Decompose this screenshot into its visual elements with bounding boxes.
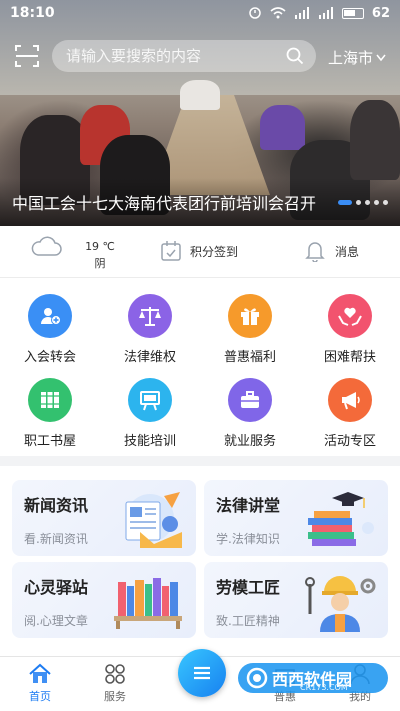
card-model-workers[interactable]: 劳模工匠 致.工匠精神 — [204, 562, 388, 638]
grid-item-label: 普惠福利 — [223, 350, 276, 365]
carousel-dots — [338, 200, 388, 205]
nav-services[interactable]: 服务 — [85, 663, 145, 704]
chevron-down-icon — [376, 54, 386, 61]
service-grid: 入会转会 法律维权 普惠福利 困难帮扶 职工书屋 技能培训 就业服务 活动专区 — [0, 284, 400, 452]
watermark-logo-icon — [246, 667, 268, 689]
easel-icon — [128, 378, 172, 422]
info-bar: 19 ℃ 阴 积分签到 消息 — [0, 226, 400, 278]
search-icon[interactable] — [286, 47, 304, 65]
carousel-dot[interactable] — [374, 200, 379, 205]
city-label: 上海市 — [328, 49, 374, 67]
grid-item-library[interactable]: 职工书屋 — [0, 368, 100, 452]
banner-carousel[interactable]: 18:10 62 上海市 中国工会十七大海南代表团行前培训会召开 — [0, 0, 400, 226]
scan-icon[interactable] — [14, 43, 40, 69]
home-icon — [29, 663, 51, 683]
books-icon — [28, 378, 72, 422]
site-watermark: 西西软件园 CR173.COM — [238, 663, 388, 693]
grid-item-activities[interactable]: 活动专区 — [300, 368, 400, 452]
grid-clover-icon — [105, 664, 125, 684]
calendar-check-icon — [161, 241, 181, 261]
message-button[interactable]: 消息 — [305, 240, 359, 262]
card-law-lecture[interactable]: 法律讲堂 学.法律知识 — [204, 480, 388, 556]
megaphone-icon — [328, 378, 372, 422]
grid-item-employment[interactable]: 就业服务 — [200, 368, 300, 452]
grid-item-label: 技能培训 — [123, 434, 176, 449]
grid-item-skills-training[interactable]: 技能培训 — [100, 368, 200, 452]
nav-home[interactable]: 首页 — [10, 663, 70, 704]
nav-label: 服务 — [104, 690, 126, 703]
briefcase-icon — [228, 378, 272, 422]
weather-widget[interactable]: 19 ℃ 阴 — [30, 235, 115, 270]
banner-photo-figure — [350, 100, 400, 180]
heart-hands-icon — [328, 294, 372, 338]
message-label: 消息 — [335, 244, 360, 259]
battery-icon — [341, 7, 364, 19]
grid-item-membership[interactable]: 入会转会 — [0, 284, 100, 368]
menu-icon — [194, 666, 210, 680]
nav-label: 首页 — [29, 690, 51, 703]
newspaper-art — [125, 492, 182, 548]
center-action-button[interactable] — [178, 649, 226, 697]
watermark-site: CR173.COM — [300, 683, 348, 692]
cloud-icon — [31, 236, 62, 256]
grid-item-label: 就业服务 — [223, 434, 276, 449]
gift-icon — [228, 294, 272, 338]
search-bar[interactable] — [52, 40, 316, 72]
carousel-dot[interactable] — [365, 200, 370, 205]
signal-icon — [294, 7, 309, 19]
bookshelf-art — [114, 578, 182, 629]
grid-item-label: 困难帮扶 — [323, 350, 376, 365]
signal-icon — [318, 7, 333, 19]
checkin-button[interactable]: 积分签到 — [160, 240, 238, 262]
weather-temperature: 19 ℃ — [85, 240, 115, 253]
grid-item-hardship-aid[interactable]: 困难帮扶 — [300, 284, 400, 368]
battery-level: 62 — [371, 5, 390, 21]
grid-item-label: 职工书屋 — [23, 434, 76, 449]
wifi-icon — [270, 7, 286, 19]
grid-item-benefits[interactable]: 普惠福利 — [200, 284, 300, 368]
grid-item-label: 法律维权 — [123, 350, 176, 365]
carousel-dot[interactable] — [356, 200, 361, 205]
card-news[interactable]: 新闻资讯 看.新闻资讯 — [12, 480, 196, 556]
carousel-dot[interactable] — [338, 200, 352, 205]
alarm-icon — [249, 7, 261, 19]
carousel-dot[interactable] — [383, 200, 388, 205]
grid-item-legal-rights[interactable]: 法律维权 — [100, 284, 200, 368]
grid-item-label: 入会转会 — [23, 350, 76, 365]
worker-art — [305, 576, 376, 632]
checkin-label: 积分签到 — [190, 244, 239, 259]
weather-text: 19 ℃ 阴 — [80, 238, 120, 272]
section-divider — [0, 456, 400, 466]
banner-photo-figure — [180, 80, 220, 110]
city-selector[interactable]: 上海市 — [328, 47, 386, 68]
status-time: 18:10 — [10, 5, 55, 21]
banner-caption-text: 中国工会十七大海南代表团行前培训会召开 — [12, 194, 317, 213]
bell-icon — [305, 242, 325, 262]
search-row: 上海市 — [0, 38, 400, 74]
person-add-icon — [28, 294, 72, 338]
search-input[interactable] — [66, 47, 276, 65]
banner-photo-figure — [260, 105, 305, 150]
weather-condition: 阴 — [94, 257, 106, 270]
card-mind-station[interactable]: 心灵驿站 阅.心理文章 — [12, 562, 196, 638]
books-graduation-art — [308, 492, 374, 546]
scales-icon — [128, 294, 172, 338]
status-bar: 18:10 62 — [0, 0, 400, 26]
grid-item-label: 活动专区 — [323, 434, 376, 449]
